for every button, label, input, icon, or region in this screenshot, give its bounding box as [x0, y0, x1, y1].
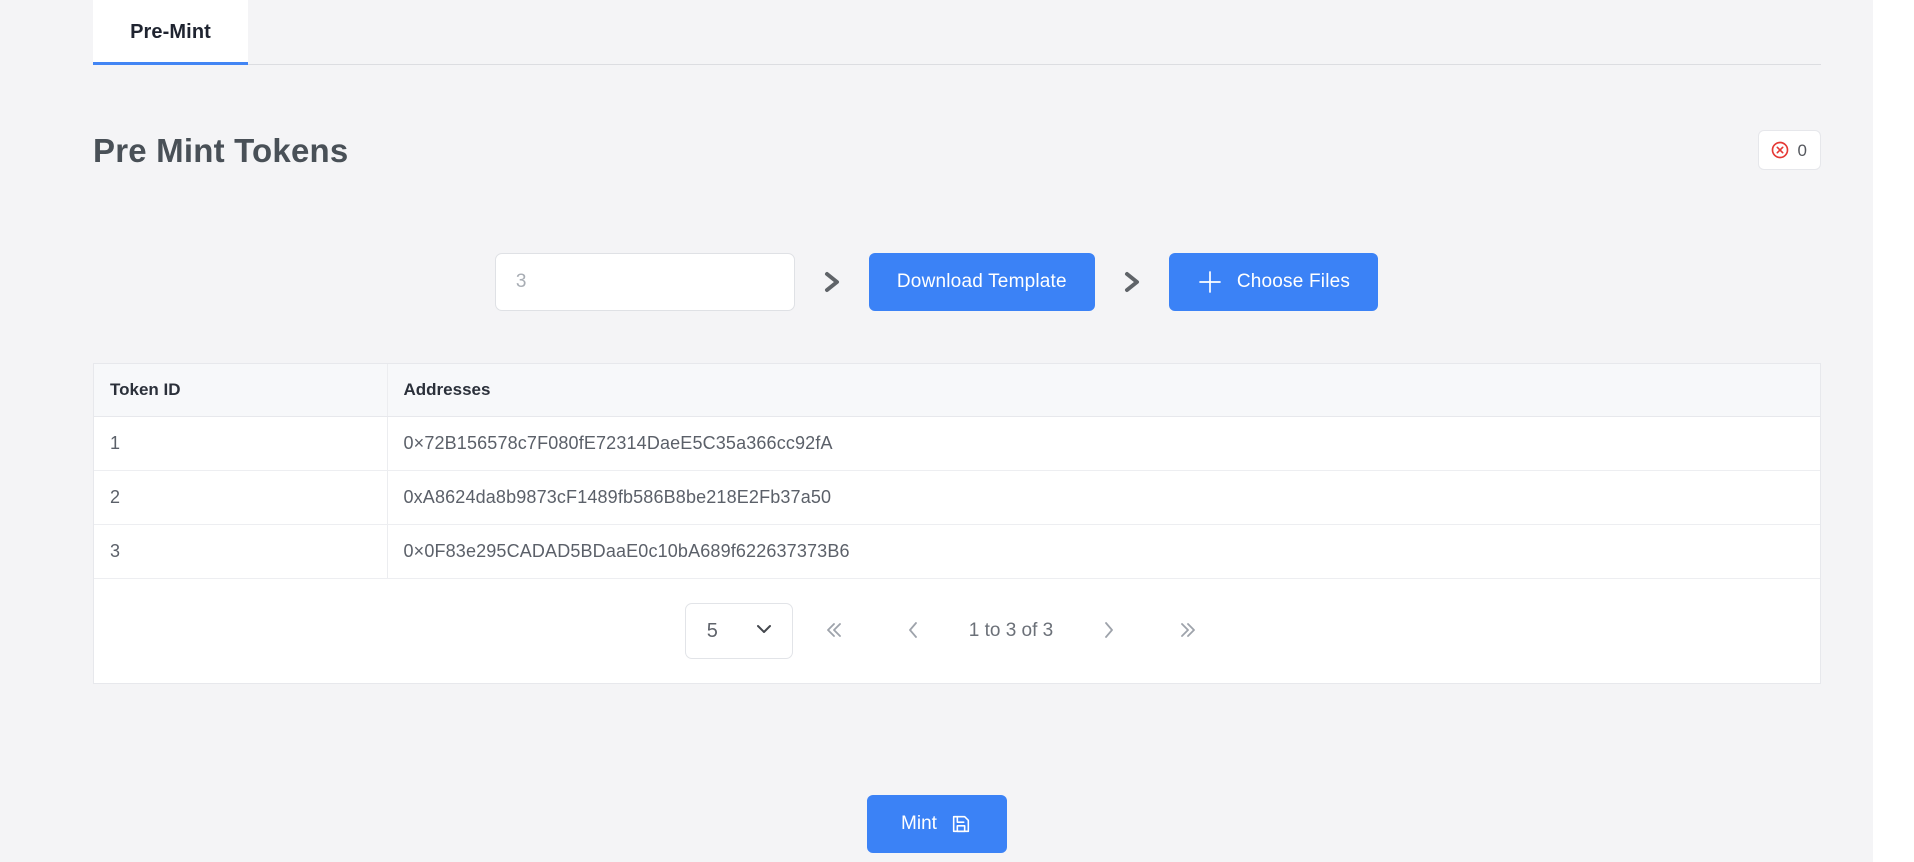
first-page-button[interactable] — [793, 603, 873, 659]
table-header-row: Token ID Addresses — [94, 364, 1820, 417]
next-page-button[interactable] — [1069, 603, 1149, 659]
cell-token-id: 3 — [94, 524, 388, 579]
tab-pre-mint[interactable]: Pre-Mint — [93, 0, 248, 65]
double-chevron-right-icon — [1177, 618, 1201, 645]
choose-files-button[interactable]: Choose Files — [1168, 253, 1379, 311]
tab-bar: Pre-Mint — [0, 0, 1873, 65]
mint-button[interactable]: Mint — [866, 795, 1007, 853]
plus-icon — [1197, 269, 1223, 295]
table-body: 1 0×72B156578c7F080fE72314DaeE5C35a366cc… — [94, 416, 1820, 579]
table-head: Token ID Addresses — [94, 364, 1820, 417]
cell-address: 0×0F83e295CADAD5BDaaE0c10bA689f622637373… — [387, 524, 1820, 579]
last-page-button[interactable] — [1149, 603, 1229, 659]
error-circle-x-icon — [1770, 140, 1790, 160]
page-root: Pre-Mint Pre Mint Tokens 0 Downloa — [0, 0, 1873, 862]
choose-files-label: Choose Files — [1236, 271, 1351, 292]
table-row[interactable]: 2 0xA8624da8b9873cF1489fb586B8be218E2Fb3… — [94, 470, 1820, 525]
download-template-button[interactable]: Download Template — [868, 253, 1095, 311]
page-size-select[interactable]: 5 — [684, 603, 793, 659]
previous-page-button[interactable] — [873, 603, 953, 659]
page-header: Pre Mint Tokens 0 — [93, 118, 1821, 184]
table-row[interactable]: 1 0×72B156578c7F080fE72314DaeE5C35a366cc… — [94, 416, 1820, 471]
table-pagination: 5 1 to 3 of 3 — [94, 579, 1820, 683]
table-row[interactable]: 3 0×0F83e295CADAD5BDaaE0c10bA689f6226373… — [94, 524, 1820, 579]
tokens-table: Token ID Addresses 1 0×72B156578c7F080fE… — [94, 364, 1820, 579]
token-count-input[interactable] — [494, 253, 795, 311]
page-title: Pre Mint Tokens — [93, 132, 349, 169]
chevron-right-icon — [1095, 267, 1169, 297]
double-chevron-left-icon — [821, 618, 845, 645]
cell-token-id: 1 — [94, 416, 388, 471]
chevron-down-icon — [753, 618, 775, 645]
footer-actions: Mint — [0, 795, 1873, 853]
tab-active-indicator — [93, 62, 248, 65]
save-floppy-icon — [950, 813, 972, 835]
page-size-value: 5 — [706, 619, 718, 642]
cell-address: 0xA8624da8b9873cF1489fb586B8be218E2Fb37a… — [387, 470, 1820, 525]
error-badge[interactable]: 0 — [1757, 130, 1821, 170]
cell-token-id: 2 — [94, 470, 388, 525]
column-header-addresses: Addresses — [387, 364, 1820, 417]
chevron-right-icon — [1097, 618, 1121, 645]
tab-bar-divider — [93, 64, 1821, 65]
tokens-table-card: Token ID Addresses 1 0×72B156578c7F080fE… — [93, 363, 1821, 684]
chevron-right-icon — [795, 267, 869, 297]
tab-label: Pre-Mint — [130, 21, 211, 43]
mint-label: Mint — [901, 813, 937, 834]
chevron-left-icon — [901, 618, 925, 645]
error-count: 0 — [1797, 140, 1807, 160]
action-stepper: Download Template Choose Files — [0, 252, 1873, 312]
download-template-label: Download Template — [896, 271, 1067, 292]
pagination-range-label: 1 to 3 of 3 — [968, 620, 1054, 641]
cell-address: 0×72B156578c7F080fE72314DaeE5C35a366cc92… — [387, 416, 1820, 471]
column-header-token-id: Token ID — [94, 364, 388, 417]
